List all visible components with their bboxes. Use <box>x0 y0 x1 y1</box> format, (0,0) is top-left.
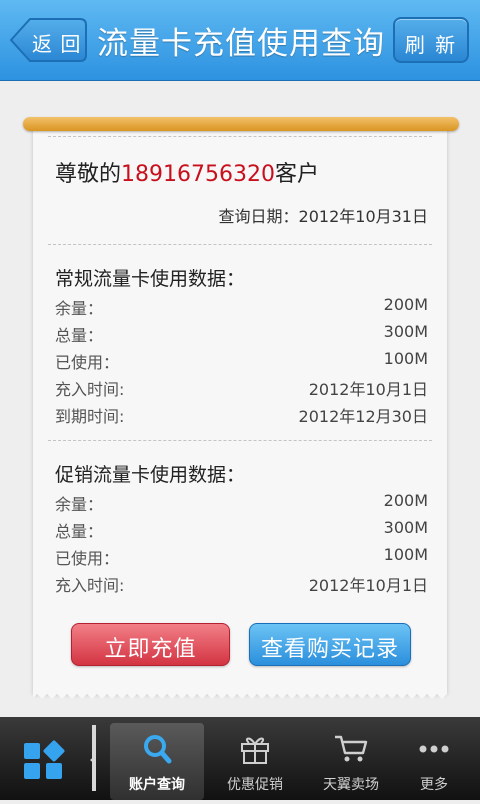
tab-label: 更多 <box>420 777 448 793</box>
greeting-prefix: 尊敬的 <box>55 162 122 187</box>
back-button[interactable]: 返 回 <box>10 17 88 63</box>
row-value: 200M <box>383 295 428 314</box>
receipt-roller <box>23 117 459 131</box>
greeting-suffix: 客户 <box>274 162 319 187</box>
regular-row-expiry: 到期时间: 2012年12月30日 <box>55 403 428 426</box>
row-value: 2012年10月1日 <box>308 576 428 595</box>
row-value: 2012年10月1日 <box>308 380 428 399</box>
row-value: 300M <box>383 322 428 341</box>
cart-icon <box>335 735 368 762</box>
regular-row-remaining: 余量： 200M <box>55 295 428 318</box>
row-value: 100M <box>383 545 428 564</box>
divider <box>48 136 432 137</box>
home-button[interactable] <box>0 717 92 800</box>
row-label: 到期时间: <box>55 407 125 426</box>
row-label: 总量： <box>55 326 104 345</box>
tab-label: 天翼卖场 <box>323 777 379 793</box>
tab-more[interactable]: 更多 <box>386 717 480 800</box>
home-grid-icon <box>24 740 65 779</box>
regular-row-total: 总量： 300M <box>55 322 428 345</box>
tab-account-query[interactable]: 账户查询 <box>110 723 204 800</box>
divider <box>48 244 432 245</box>
purchase-history-button[interactable]: 查看购买记录 <box>249 623 411 666</box>
phone-number: 18916756320 <box>121 162 275 187</box>
search-icon <box>144 735 172 764</box>
row-label: 已使用： <box>55 353 120 372</box>
regular-row-used: 已使用： 100M <box>55 349 428 372</box>
back-button-label: 返 回 <box>32 32 82 56</box>
recharge-now-button[interactable]: 立即充值 <box>71 623 230 666</box>
tab-label: 账户查询 <box>129 777 185 793</box>
query-date: 查询日期：2012年10月31日 <box>218 207 428 226</box>
greeting: 尊敬的18916756320客户 <box>55 156 319 188</box>
promo-section-title: 促销流量卡使用数据： <box>55 464 246 486</box>
tab-tianyi-store[interactable]: 天翼卖场 <box>303 717 399 800</box>
row-label: 余量： <box>55 299 104 318</box>
row-value: 2012年12月30日 <box>298 407 428 426</box>
tab-promotions[interactable]: 优惠促销 <box>207 717 303 800</box>
row-label: 充入时间: <box>55 576 125 595</box>
receipt-zigzag-edge <box>33 690 447 699</box>
promo-row-remaining: 余量： 200M <box>55 491 428 514</box>
page-title: 流量卡充值使用查询 <box>97 26 385 62</box>
row-value: 300M <box>383 518 428 537</box>
purchase-history-label: 查看购买记录 <box>260 637 399 662</box>
bottom-nav-bar: 账户查询 优惠促销 天翼卖场 更多 <box>0 717 480 800</box>
row-label: 已使用： <box>55 549 120 568</box>
recharge-now-label: 立即充值 <box>104 637 197 662</box>
promo-row-used: 已使用： 100M <box>55 545 428 568</box>
row-label: 余量： <box>55 495 104 514</box>
row-label: 充入时间: <box>55 380 125 399</box>
nav-arrow-icon <box>90 755 96 765</box>
promo-row-total: 总量： 300M <box>55 518 428 541</box>
row-label: 总量： <box>55 522 104 541</box>
tab-label: 优惠促销 <box>227 777 283 793</box>
divider <box>48 440 432 441</box>
promo-row-charge-time: 充入时间: 2012年10月1日 <box>55 572 428 595</box>
gift-icon <box>241 737 269 764</box>
refresh-button-label: 刷 新 <box>404 33 458 57</box>
header-bar: 返 回 流量卡充值使用查询 刷 新 <box>0 0 480 81</box>
refresh-button[interactable]: 刷 新 <box>393 17 469 63</box>
more-icon <box>419 745 449 753</box>
regular-row-charge-time: 充入时间: 2012年10月1日 <box>55 376 428 399</box>
row-value: 200M <box>383 491 428 510</box>
regular-section-title: 常规流量卡使用数据： <box>55 268 246 290</box>
row-value: 100M <box>383 349 428 368</box>
